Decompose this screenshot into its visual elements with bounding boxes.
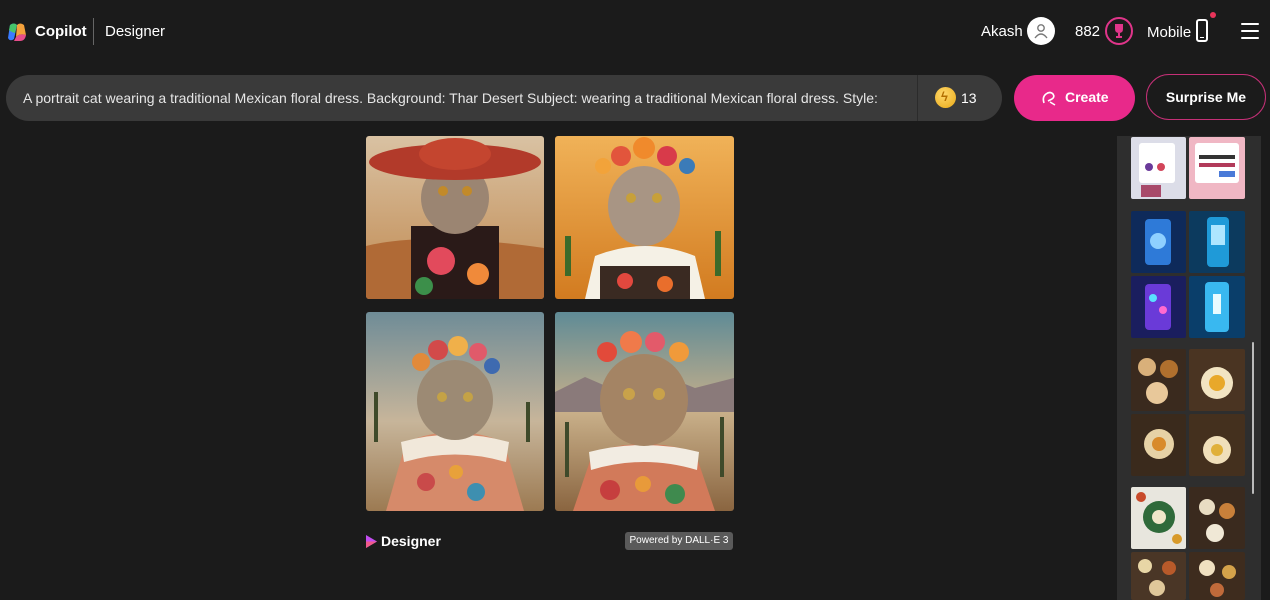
cat-flower-crown-image [555, 136, 734, 299]
prompt-bar: A portrait cat wearing a traditional Mex… [6, 75, 1002, 121]
thumb-food-bowls-image [1131, 349, 1186, 411]
cat-sombrero-image [366, 136, 544, 299]
history-sidebar[interactable] [1117, 136, 1261, 600]
thumb-food-platter-image [1131, 487, 1186, 549]
boost-count: 13 [961, 90, 977, 106]
brand-divider [93, 18, 94, 45]
user-name[interactable]: Akash [981, 23, 1023, 40]
thumb-food-platter-image [1131, 552, 1186, 600]
history-thumb[interactable] [1189, 211, 1245, 273]
prompt-input[interactable]: A portrait cat wearing a traditional Mex… [23, 90, 880, 106]
avatar[interactable] [1027, 17, 1055, 45]
generated-image-2[interactable] [555, 136, 734, 299]
top-bar: Copilot Designer Akash 882 Mobile [0, 0, 1270, 64]
generated-image-4[interactable] [555, 312, 734, 511]
user-icon [1034, 24, 1048, 39]
thumb-food-bowls-image [1131, 414, 1186, 476]
history-thumb[interactable] [1131, 211, 1186, 273]
product-name[interactable]: Designer [105, 23, 165, 40]
cat-ruffle-dress-image [366, 312, 544, 511]
designer-logo-icon [366, 535, 377, 548]
designer-footer-label: Designer [381, 533, 441, 549]
phone-icon[interactable] [1196, 19, 1208, 42]
create-icon [1042, 91, 1056, 106]
history-thumb[interactable] [1189, 552, 1245, 600]
thumb-blue-phone-image [1131, 276, 1186, 338]
surprise-me-button[interactable]: Surprise Me [1146, 74, 1266, 120]
thumb-food-platter-image [1189, 552, 1245, 600]
trophy-icon [1115, 24, 1123, 38]
rewards-points[interactable]: 882 [1075, 23, 1100, 40]
thumb-phone-ui-image [1131, 137, 1186, 199]
history-scrollbar[interactable] [1252, 342, 1254, 494]
generated-image-1[interactable] [366, 136, 544, 299]
history-thumb[interactable] [1131, 552, 1186, 600]
thumb-blue-phone-image [1189, 211, 1245, 273]
create-button[interactable]: Create [1014, 75, 1135, 121]
mobile-link[interactable]: Mobile [1147, 24, 1191, 41]
thumb-food-bowls-image [1189, 414, 1245, 476]
brand-name[interactable]: Copilot [35, 23, 87, 40]
history-thumb[interactable] [1189, 349, 1245, 411]
thumb-food-bowls-image [1189, 349, 1245, 411]
hamburger-menu-icon[interactable] [1241, 23, 1259, 39]
history-thumb[interactable] [1131, 349, 1186, 411]
history-thumb[interactable] [1189, 414, 1245, 476]
history-thumb[interactable] [1131, 276, 1186, 338]
thumb-phone-ui-image [1189, 137, 1245, 199]
history-thumb[interactable] [1131, 414, 1186, 476]
history-thumb[interactable] [1131, 137, 1186, 199]
thumb-food-platter-image [1189, 487, 1245, 549]
rewards-icon[interactable] [1105, 17, 1133, 45]
history-thumb[interactable] [1189, 276, 1245, 338]
create-button-label: Create [1065, 89, 1109, 105]
generated-image-3[interactable] [366, 312, 544, 511]
history-thumb[interactable] [1131, 487, 1186, 549]
notification-dot [1210, 12, 1216, 18]
history-thumb[interactable] [1189, 137, 1245, 199]
prompt-divider [917, 75, 918, 121]
thumb-blue-phone-image [1189, 276, 1245, 338]
cat-floral-desert-image [555, 312, 734, 511]
boost-coin-icon[interactable] [935, 87, 956, 108]
copilot-logo-icon[interactable] [6, 21, 28, 43]
history-thumb[interactable] [1189, 487, 1245, 549]
powered-by-badge: Powered by DALL·E 3 [625, 532, 733, 550]
thumb-blue-phone-image [1131, 211, 1186, 273]
